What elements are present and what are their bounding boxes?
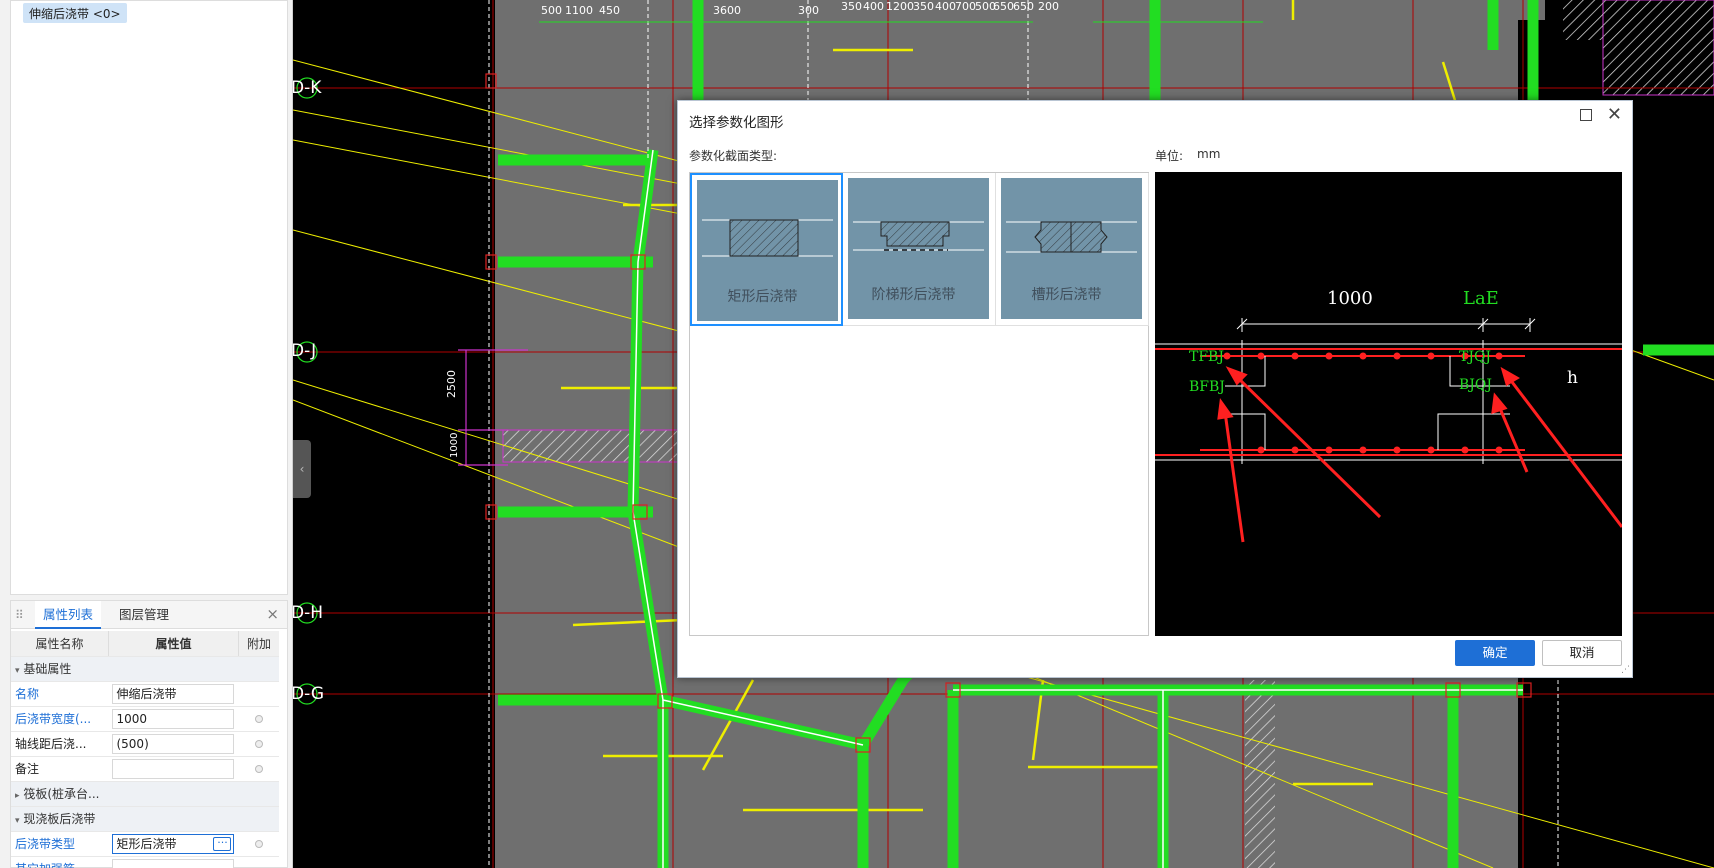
property-tabs: ⠿ 属性列表 图层管理 ×: [11, 601, 287, 629]
dim-top-9: 350: [913, 0, 934, 13]
table-row: 备注: [11, 756, 279, 782]
dialog-title: 选择参数化图形: [689, 115, 784, 131]
card-rect-post-pour-belt[interactable]: 矩形后浇带: [690, 173, 843, 326]
app-window: 2500 1000 500 1100 450 3600 300 350 400 …: [0, 0, 1714, 868]
tab-property-list[interactable]: 属性列表: [35, 601, 102, 629]
preview-width-dim: 1000: [1327, 288, 1373, 309]
table-row: 后浇带宽度(... 1000: [11, 706, 279, 732]
collapse-icon[interactable]: ▾: [15, 666, 20, 676]
group-row-raft[interactable]: ▸ 筏板(桩承台...: [11, 781, 279, 807]
panel-collapse-button[interactable]: ‹: [293, 440, 311, 498]
group-label: 现浇板后浇带: [23, 812, 96, 826]
dim-top-10: 400: [935, 0, 956, 13]
property-table: 属性名称 属性值 附加 ▾ 基础属性 名称 伸缩后浇带 后浇带宽度(... 10…: [11, 631, 279, 868]
table-row: 轴线距后浇... (500): [11, 731, 279, 757]
preview-lae-label: LaE: [1463, 288, 1499, 309]
select-parametric-shape-dialog: 选择参数化图形 ✕ 参数化截面类型: 单位: mm 矩形后浇带 阶梯形后浇带 槽…: [677, 100, 1633, 678]
dim-top-2: 1100: [565, 4, 593, 17]
preview-tfbj-label: TFBJ: [1189, 349, 1224, 365]
expand-icon[interactable]: ▸: [15, 791, 20, 801]
table-row: 后浇带类型 矩形后浇带 ···: [11, 831, 279, 857]
section-type-label: 参数化截面类型:: [689, 149, 778, 163]
component-tree[interactable]: 伸缩后浇带 <0>: [10, 0, 288, 595]
shape-preview: 1000 LaE TFBJ BFBJ TJQJ BJQJ h: [1155, 172, 1622, 636]
axis-label-dh: D-H: [291, 603, 324, 623]
chevron-left-icon: ‹: [299, 462, 305, 476]
tree-item-selected[interactable]: 伸缩后浇带 <0>: [23, 3, 127, 23]
dim-top-4: 3600: [713, 4, 741, 17]
group-row-basic[interactable]: ▾ 基础属性: [11, 656, 279, 682]
property-name: 备注: [11, 756, 109, 782]
belt-type-value: 矩形后浇带: [116, 836, 177, 851]
dim-left-2: 1000: [449, 433, 460, 458]
header-property-value: 属性值: [108, 631, 239, 657]
axis-label-dk: D-K: [291, 78, 322, 98]
card-label: 槽形后浇带: [1031, 287, 1102, 303]
dim-top-11: 700: [955, 0, 976, 13]
header-extra: 附加: [238, 631, 279, 657]
property-panel: ⠿ 属性列表 图层管理 × 属性名称 属性值 附加 ▾ 基础属性 名称 伸缩后浇…: [10, 600, 288, 868]
table-row: 名称 伸缩后浇带: [11, 681, 279, 707]
dim-top-13: 650: [993, 0, 1014, 13]
property-value-input[interactable]: [112, 858, 235, 868]
belt-type-input[interactable]: 矩形后浇带 ···: [112, 833, 235, 854]
dim-top-5: 300: [798, 4, 819, 17]
property-name: 轴线距后浇...: [11, 731, 109, 757]
tab-layer-management[interactable]: 图层管理: [111, 601, 177, 629]
card-groove-post-pour-belt[interactable]: 槽形后浇带: [996, 173, 1149, 326]
dim-top-3: 450: [599, 4, 620, 17]
dim-top-1: 500: [541, 4, 562, 17]
ok-button[interactable]: 确定: [1455, 640, 1535, 666]
group-label: 基础属性: [23, 662, 72, 676]
attach-radio[interactable]: [254, 839, 263, 848]
property-name: 后浇带宽度(...: [11, 706, 109, 732]
dim-top-7: 400: [863, 0, 884, 13]
group-row-cast[interactable]: ▾ 现浇板后浇带: [11, 806, 279, 832]
dim-left-1: 2500: [445, 370, 458, 398]
preview-bjqj-label: BJQJ: [1459, 377, 1492, 393]
property-value-input[interactable]: [112, 758, 235, 779]
table-row: 其它加强筋: [11, 856, 279, 868]
left-panel: 伸缩后浇带 <0> ⠿ 属性列表 图层管理 × 属性名称 属性值 附加 ▾ 基础…: [0, 0, 293, 868]
header-property-name: 属性名称: [11, 631, 109, 657]
axis-label-dg: D-G: [291, 684, 325, 704]
card-label: 矩形后浇带: [727, 289, 798, 305]
unit-label: 单位:: [1155, 149, 1184, 163]
attach-radio[interactable]: [254, 764, 263, 773]
property-name: 其它加强筋: [11, 856, 109, 868]
card-label: 阶梯形后浇带: [871, 287, 956, 303]
maximize-icon[interactable]: [1580, 109, 1592, 121]
shape-gallery: 矩形后浇带 阶梯形后浇带 槽形后浇带: [689, 172, 1149, 636]
axis-label-dj: D-J: [291, 341, 317, 361]
dim-top-8: 1200: [886, 0, 914, 13]
property-name: 名称: [11, 681, 109, 707]
card-stepped-post-pour-belt[interactable]: 阶梯形后浇带: [843, 173, 996, 326]
property-name: 后浇带类型: [11, 831, 109, 857]
cancel-button[interactable]: 取消: [1542, 640, 1622, 666]
group-label: 筏板(桩承台...: [23, 787, 100, 801]
property-value-input[interactable]: (500): [112, 733, 235, 754]
more-options-button[interactable]: ···: [213, 836, 232, 851]
table-header-row: 属性名称 属性值 附加: [11, 631, 279, 657]
unit-value: mm: [1197, 147, 1221, 161]
preview-h-label: h: [1567, 368, 1578, 388]
preview-tjqj-label: TJQJ: [1459, 349, 1492, 365]
dim-top-14: 650: [1013, 0, 1034, 13]
dim-top-15: 200: [1038, 0, 1059, 13]
attach-radio[interactable]: [254, 714, 263, 723]
property-value-input[interactable]: 1000: [112, 708, 235, 729]
collapse-icon[interactable]: ▾: [15, 816, 20, 826]
preview-bfbj-label: BFBJ: [1189, 379, 1225, 395]
close-icon[interactable]: ✕: [1607, 104, 1622, 125]
drag-handle-icon[interactable]: ⠿: [15, 608, 24, 622]
resize-grip-icon[interactable]: ⋰: [1621, 665, 1630, 675]
close-icon[interactable]: ×: [266, 605, 279, 623]
attach-radio[interactable]: [254, 739, 263, 748]
property-value-input[interactable]: 伸缩后浇带: [112, 683, 235, 704]
dim-top-6: 350: [841, 0, 862, 13]
